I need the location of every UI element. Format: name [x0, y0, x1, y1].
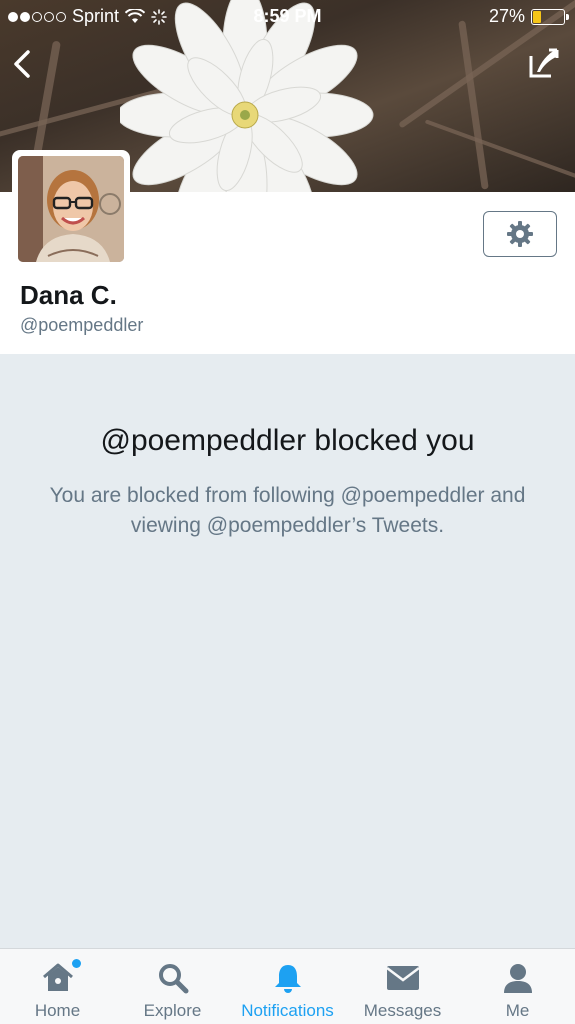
tab-bar: Home Explore Notifications Messages Me: [0, 948, 575, 1024]
home-notification-dot: [72, 959, 81, 968]
blocked-title: @poempeddler blocked you: [100, 424, 475, 457]
avatar-photo: [18, 156, 124, 262]
gear-icon: [507, 221, 533, 247]
home-icon: [41, 961, 75, 995]
status-bar: Sprint 8:59 PM 27%: [0, 0, 575, 32]
tab-notifications[interactable]: Notifications: [230, 949, 345, 1024]
envelope-icon: [385, 961, 420, 995]
tab-messages-label: Messages: [363, 1001, 442, 1020]
search-icon: [156, 961, 190, 995]
tab-messages[interactable]: Messages: [345, 949, 460, 1024]
compose-quill-icon: [529, 48, 559, 78]
profile-handle: @poempeddler: [20, 315, 144, 335]
back-button[interactable]: [10, 48, 34, 80]
tab-notifications-label: Notifications: [241, 1001, 334, 1020]
compose-tweet-button[interactable]: [527, 46, 561, 80]
banner-branch: [424, 119, 575, 185]
tab-home-label: Home: [34, 1001, 81, 1020]
battery-tip: [566, 13, 569, 20]
settings-gear-button[interactable]: [483, 211, 557, 257]
profile-display-name: Dana C.: [20, 280, 117, 310]
bell-icon: [271, 961, 305, 995]
avatar-portrait: [18, 156, 124, 262]
tab-home[interactable]: Home: [0, 949, 115, 1024]
battery-icon: [531, 8, 569, 25]
avatar[interactable]: [12, 150, 130, 268]
battery-level: [533, 10, 542, 23]
chevron-left-icon: [14, 50, 30, 78]
status-right: 27%: [488, 6, 569, 27]
banner-branch: [458, 20, 489, 190]
tab-explore-label: Explore: [143, 1001, 202, 1020]
tab-me[interactable]: Me: [460, 949, 575, 1024]
tab-explore[interactable]: Explore: [115, 949, 230, 1024]
person-icon: [501, 961, 535, 995]
tab-me-label: Me: [505, 1001, 530, 1020]
battery-percent: 27%: [488, 6, 525, 26]
blocked-description: You are blocked from following @poempedd…: [49, 484, 526, 537]
